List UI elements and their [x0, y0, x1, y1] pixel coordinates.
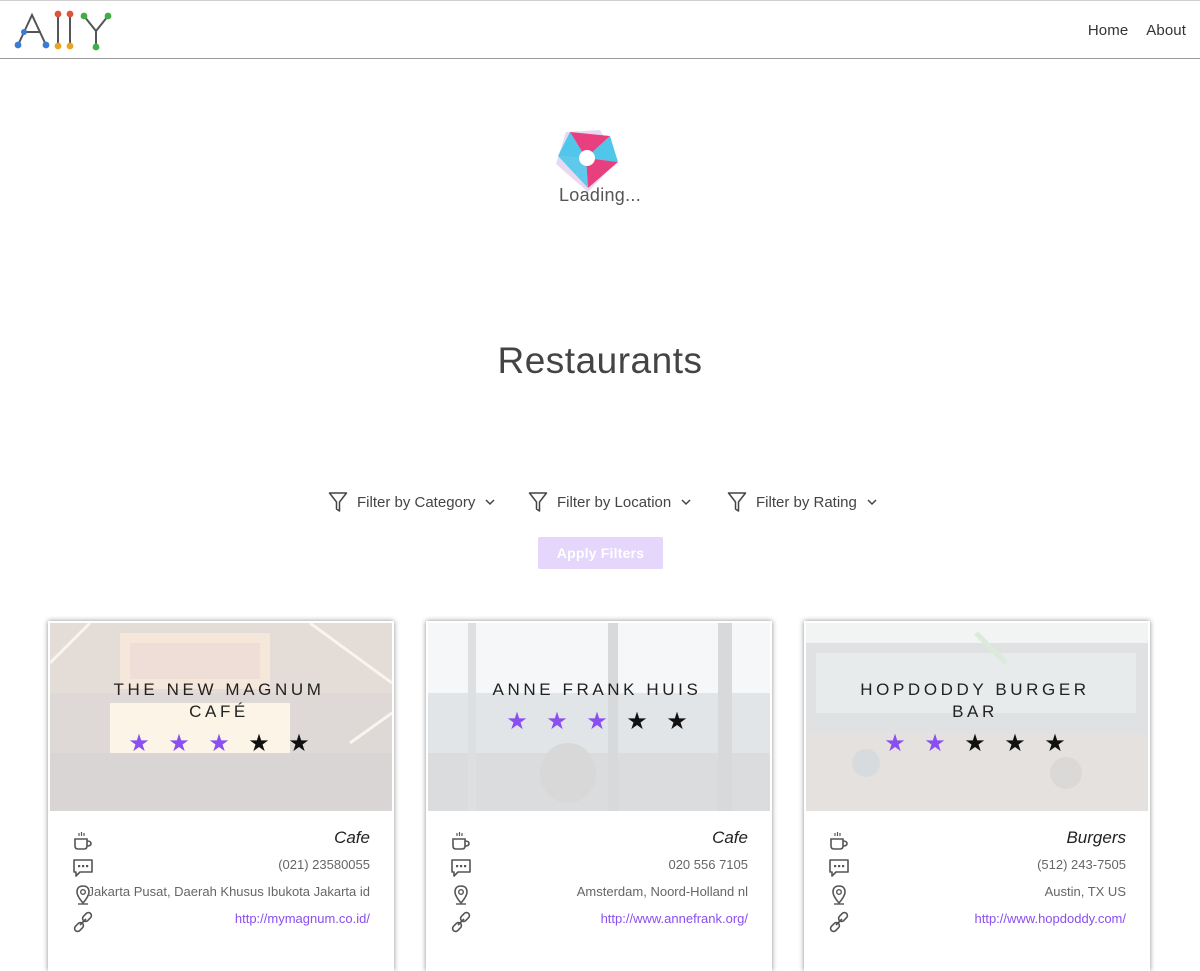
- link-icon: [451, 911, 471, 933]
- star-empty-icon: ★: [1004, 730, 1026, 757]
- site-header: Home About: [0, 1, 1200, 59]
- restaurant-location: Jakarta Pusat, Daerah Khusus Ibukota Jak…: [87, 884, 370, 899]
- chat-bubble-icon: [73, 859, 93, 877]
- filter-location-dropdown[interactable]: Filter by Location: [528, 488, 692, 516]
- link-icon: [73, 911, 93, 933]
- restaurant-card[interactable]: Anne Frank Huis ★ ★ ★ ★ ★ Cafe 020 556 7105: [426, 621, 772, 971]
- star-filled-icon: ★: [924, 730, 946, 757]
- map-pin-icon: [454, 885, 468, 905]
- star-filled-icon: ★: [168, 730, 190, 757]
- apply-filters-button[interactable]: Apply Filters: [538, 537, 663, 569]
- restaurant-phone: 020 556 7105: [668, 857, 748, 872]
- restaurant-name: Anne Frank Huis: [492, 680, 702, 699]
- filter-category-label: Filter by Category: [357, 493, 476, 511]
- rating-stars: ★ ★ ★ ★ ★: [804, 729, 1146, 758]
- rating-stars: ★ ★ ★ ★ ★: [48, 729, 390, 758]
- star-empty-icon: ★: [626, 708, 648, 735]
- rating-stars: ★ ★ ★ ★ ★: [426, 707, 768, 736]
- funnel-icon: [328, 492, 348, 512]
- filter-location-label: Filter by Location: [557, 493, 672, 511]
- star-filled-icon: ★: [208, 730, 230, 757]
- restaurant-website-link[interactable]: http://mymagnum.co.id/: [235, 911, 370, 926]
- star-filled-icon: ★: [546, 708, 568, 735]
- restaurant-category: Burgers: [1066, 828, 1126, 847]
- chat-bubble-icon: [451, 859, 471, 877]
- funnel-icon: [727, 492, 747, 512]
- star-filled-icon: ★: [586, 708, 608, 735]
- restaurant-details: Burgers (512) 243-7505 Austin, TX US htt…: [828, 828, 1126, 936]
- star-empty-icon: ★: [248, 730, 270, 757]
- restaurant-website-link[interactable]: http://www.annefrank.org/: [601, 911, 748, 926]
- filter-rating-label: Filter by Rating: [756, 493, 857, 511]
- star-empty-icon: ★: [1044, 730, 1066, 757]
- site-logo[interactable]: [14, 9, 116, 53]
- star-empty-icon: ★: [288, 730, 310, 757]
- restaurant-name: Hopdoddy Burger Bar: [860, 680, 1090, 721]
- restaurant-phone: (021) 23580055: [278, 857, 370, 872]
- star-filled-icon: ★: [506, 708, 528, 735]
- filter-bar: Filter by Category Filter by Location Fi…: [0, 488, 1200, 516]
- coffee-cup-icon: [74, 832, 92, 850]
- restaurant-details: Cafe 020 556 7105 Amsterdam, Noord-Holla…: [450, 828, 748, 936]
- main-nav: Home About: [1088, 22, 1186, 39]
- page-title: Restaurants: [497, 340, 703, 381]
- loading-spinner-icon: [556, 130, 618, 192]
- star-empty-icon: ★: [666, 708, 688, 735]
- restaurant-website-link[interactable]: http://www.hopdoddy.com/: [974, 911, 1126, 926]
- restaurant-category: Cafe: [334, 828, 370, 847]
- filter-rating-dropdown[interactable]: Filter by Rating: [727, 488, 878, 516]
- restaurant-category: Cafe: [712, 828, 748, 847]
- star-filled-icon: ★: [884, 730, 906, 757]
- restaurant-location: Amsterdam, Noord-Holland nl: [576, 884, 748, 899]
- restaurant-details: Cafe (021) 23580055 Jakarta Pusat, Daera…: [72, 828, 370, 936]
- chevron-down-icon: [681, 499, 691, 506]
- chevron-down-icon: [867, 499, 877, 506]
- funnel-icon: [528, 492, 548, 512]
- restaurant-location: Austin, TX US: [1044, 884, 1126, 899]
- restaurant-phone: (512) 243-7505: [1037, 857, 1126, 872]
- nav-about-link[interactable]: About: [1146, 22, 1186, 39]
- chat-bubble-icon: [829, 859, 849, 877]
- restaurant-card[interactable]: The New Magnum Café ★ ★ ★ ★ ★ Cafe (021) 235…: [48, 621, 394, 971]
- restaurant-card[interactable]: Hopdoddy Burger Bar ★ ★ ★ ★ ★ Burgers (512) …: [804, 621, 1150, 971]
- chevron-down-icon: [485, 499, 495, 506]
- star-empty-icon: ★: [964, 730, 986, 757]
- filter-category-dropdown[interactable]: Filter by Category: [328, 488, 496, 516]
- loading-text: Loading...: [558, 185, 642, 205]
- coffee-cup-icon: [452, 832, 470, 850]
- link-icon: [829, 911, 849, 933]
- restaurant-name: The New Magnum Café: [113, 680, 325, 721]
- map-pin-icon: [832, 885, 846, 905]
- nav-home-link[interactable]: Home: [1088, 22, 1128, 39]
- coffee-cup-icon: [830, 832, 848, 850]
- star-filled-icon: ★: [128, 730, 150, 757]
